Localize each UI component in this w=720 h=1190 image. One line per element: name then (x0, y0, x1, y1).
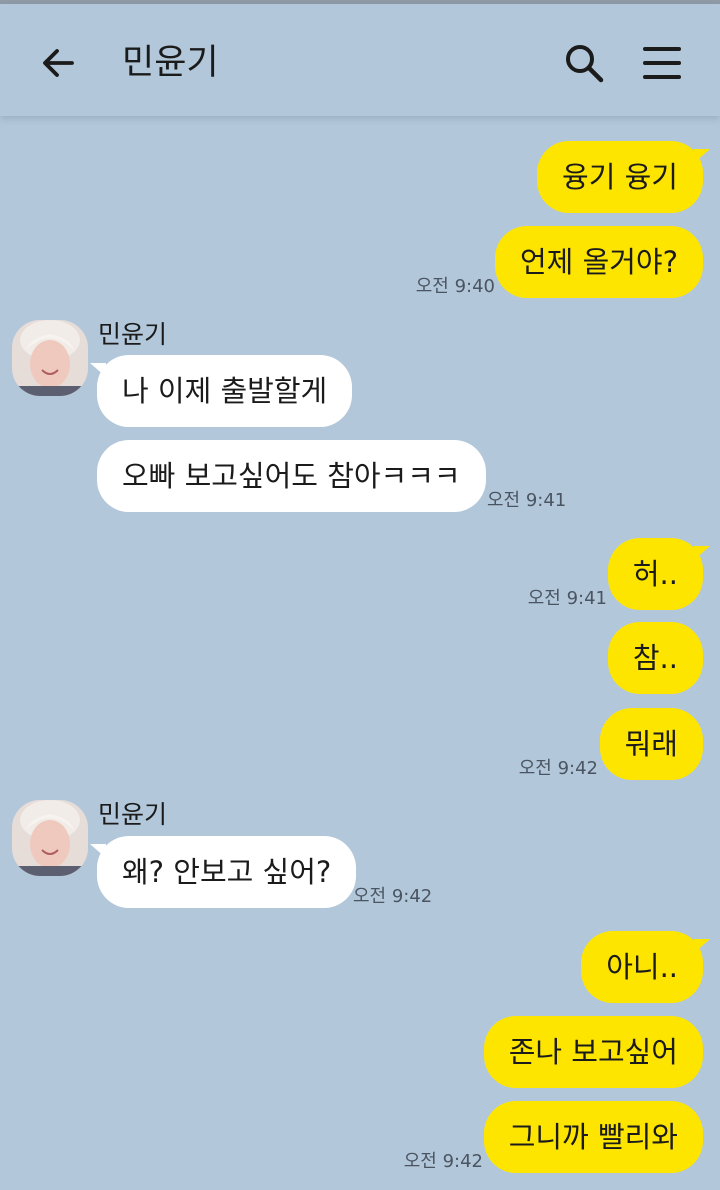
message-text: 융기 융기 (562, 160, 678, 194)
search-icon[interactable] (562, 41, 606, 85)
chat-title: 민윤기 (122, 43, 219, 83)
message-bubble-mine[interactable]: 언제 올거야? (494, 226, 703, 298)
message-bubble-mine[interactable]: 융기 융기 (537, 141, 710, 213)
message-time: 오전 9:40 (415, 276, 495, 297)
bubble-tail (694, 149, 710, 163)
message-text: 오빠 보고싶어도 참아ㅋㅋㅋ (122, 459, 461, 493)
profile-photo-icon (12, 800, 88, 876)
message-time: 오전 9:42 (403, 1151, 483, 1172)
message-text: 왜? 안보고 싶어? (122, 855, 332, 889)
profile-photo-icon (12, 320, 88, 396)
message-text: 참.. (632, 641, 678, 675)
message-text: 존나 보고싶어 (508, 1035, 678, 1069)
message-bubble-mine[interactable]: 아니.. (581, 931, 710, 1003)
message-text: 언제 올거야? (519, 245, 678, 279)
message-text: 아니.. (606, 950, 678, 984)
message-bubble-mine[interactable]: 뭐래 (599, 708, 703, 780)
message-time: 오전 9:42 (353, 886, 433, 907)
message-bubble-other[interactable]: 나 이제 출발할게 (90, 355, 353, 427)
message-text: 뭐래 (624, 727, 678, 761)
message-text: 그니까 빨리와 (508, 1120, 678, 1154)
avatar[interactable] (12, 800, 88, 876)
bubble-tail (694, 546, 710, 560)
sender-name: 민윤기 (98, 320, 168, 349)
message-time: 오전 9:41 (487, 490, 567, 511)
message-bubble-other[interactable]: 왜? 안보고 싶어? (90, 836, 357, 908)
arrow-left-icon[interactable] (36, 41, 80, 85)
avatar[interactable] (12, 320, 88, 396)
message-bubble-mine[interactable]: 허.. (607, 538, 710, 610)
message-bubble-mine[interactable]: 참.. (607, 622, 703, 694)
sender-name: 민윤기 (98, 800, 168, 829)
chat-header: 민윤기 (0, 4, 720, 116)
message-bubble-mine[interactable]: 존나 보고싶어 (483, 1016, 703, 1088)
bubble-tail (90, 363, 106, 377)
message-text: 허.. (632, 557, 678, 591)
message-time: 오전 9:42 (518, 758, 598, 779)
message-text: 나 이제 출발할게 (122, 374, 328, 408)
bubble-tail (90, 844, 106, 858)
bubble-tail (694, 939, 710, 953)
message-bubble-other[interactable]: 오빠 보고싶어도 참아ㅋㅋㅋ (97, 440, 486, 512)
message-time: 오전 9:41 (527, 588, 607, 609)
message-bubble-mine[interactable]: 그니까 빨리와 (483, 1101, 703, 1173)
hamburger-menu-icon[interactable] (640, 41, 684, 85)
